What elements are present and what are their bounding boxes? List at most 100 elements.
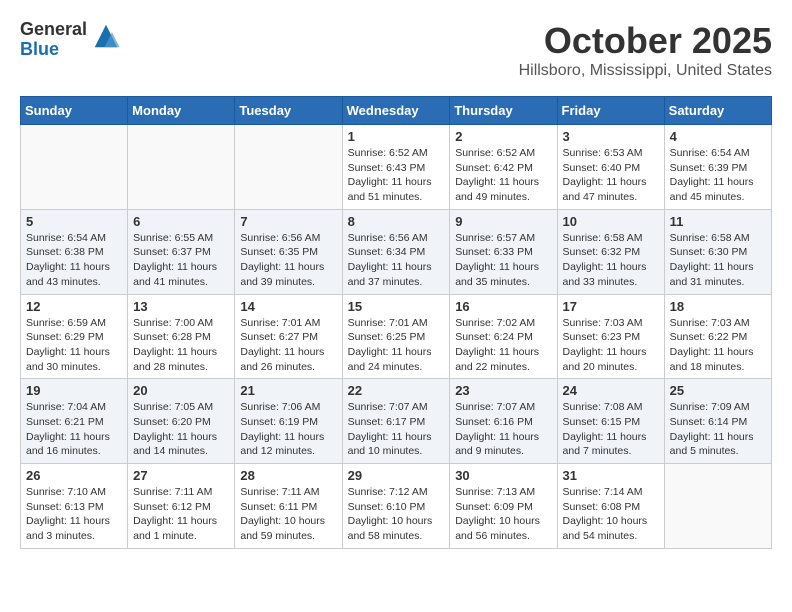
day-number: 31 bbox=[563, 468, 659, 483]
day-number: 11 bbox=[670, 214, 766, 229]
calendar-cell: 4Sunrise: 6:54 AM Sunset: 6:39 PM Daylig… bbox=[664, 125, 771, 210]
calendar-cell: 22Sunrise: 7:07 AM Sunset: 6:17 PM Dayli… bbox=[342, 379, 450, 464]
day-number: 16 bbox=[455, 299, 551, 314]
day-info: Sunrise: 6:54 AM Sunset: 6:38 PM Dayligh… bbox=[26, 231, 122, 290]
calendar-cell: 13 Sunrise: 7:00 AM Sunset: 6:28 PM Dayli… bbox=[128, 294, 235, 379]
calendar-cell: 20 Sunrise: 7:05 AM Sunset: 6:20 PM Dayli… bbox=[128, 379, 235, 464]
day-info: Sunrise: 6:58 AM Sunset: 6:32 PM Dayligh… bbox=[563, 231, 659, 290]
calendar-week-row: 19 Sunrise: 7:04 AM Sunset: 6:21 PM Dayli… bbox=[21, 379, 772, 464]
day-number: 30 bbox=[455, 468, 551, 483]
calendar-cell: 5 Sunrise: 6:54 AM Sunset: 6:38 PM Daylig… bbox=[21, 209, 128, 294]
calendar-cell: 11 Sunrise: 6:58 AM Sunset: 6:30 PM Dayli… bbox=[664, 209, 771, 294]
day-number: 6 bbox=[133, 214, 229, 229]
day-info: Sunrise: 7:06 AM Sunset: 6:19 PM Dayligh… bbox=[240, 400, 336, 459]
calendar-cell: 26 Sunrise: 7:10 AM Sunset: 6:13 PM Dayli… bbox=[21, 464, 128, 549]
day-info: Sunrise: 7:03 AM Sunset: 6:22 PM Dayligh… bbox=[670, 316, 766, 375]
calendar-week-row: 26 Sunrise: 7:10 AM Sunset: 6:13 PM Dayli… bbox=[21, 464, 772, 549]
calendar-cell: 27Sunrise: 7:11 AM Sunset: 6:12 PM Dayli… bbox=[128, 464, 235, 549]
weekday-header: Wednesday bbox=[342, 97, 450, 125]
day-info: Sunrise: 7:13 AM Sunset: 6:09 PM Dayligh… bbox=[455, 485, 551, 544]
calendar-cell: 9Sunrise: 6:57 AM Sunset: 6:33 PM Daylig… bbox=[450, 209, 557, 294]
calendar-cell: 29 Sunrise: 7:12 AM Sunset: 6:10 PM Dayli… bbox=[342, 464, 450, 549]
day-number: 19 bbox=[26, 383, 122, 398]
day-number: 23 bbox=[455, 383, 551, 398]
day-info: Sunrise: 7:02 AM Sunset: 6:24 PM Dayligh… bbox=[455, 316, 551, 375]
day-info: Sunrise: 6:55 AM Sunset: 6:37 PM Dayligh… bbox=[133, 231, 229, 290]
day-info: Sunrise: 6:52 AM Sunset: 6:43 PM Dayligh… bbox=[348, 146, 445, 205]
day-info: Sunrise: 7:08 AM Sunset: 6:15 PM Dayligh… bbox=[563, 400, 659, 459]
weekday-header: Saturday bbox=[664, 97, 771, 125]
day-info: Sunrise: 6:59 AM Sunset: 6:29 PM Dayligh… bbox=[26, 316, 122, 375]
day-info: Sunrise: 7:01 AM Sunset: 6:27 PM Dayligh… bbox=[240, 316, 336, 375]
weekday-header: Tuesday bbox=[235, 97, 342, 125]
logo-general: General bbox=[20, 20, 87, 40]
calendar-cell: 12 Sunrise: 6:59 AM Sunset: 6:29 PM Dayli… bbox=[21, 294, 128, 379]
day-number: 5 bbox=[26, 214, 122, 229]
day-info: Sunrise: 7:10 AM Sunset: 6:13 PM Dayligh… bbox=[26, 485, 122, 544]
day-number: 2 bbox=[455, 129, 551, 144]
day-info: Sunrise: 6:53 AM Sunset: 6:40 PM Dayligh… bbox=[563, 146, 659, 205]
weekday-header: Thursday bbox=[450, 97, 557, 125]
day-number: 17 bbox=[563, 299, 659, 314]
calendar-cell: 21 Sunrise: 7:06 AM Sunset: 6:19 PM Dayli… bbox=[235, 379, 342, 464]
calendar-cell: 6 Sunrise: 6:55 AM Sunset: 6:37 PM Daylig… bbox=[128, 209, 235, 294]
day-number: 12 bbox=[26, 299, 122, 314]
calendar-cell: 25 Sunrise: 7:09 AM Sunset: 6:14 PM Dayli… bbox=[664, 379, 771, 464]
day-number: 20 bbox=[133, 383, 229, 398]
calendar-cell: 2 Sunrise: 6:52 AM Sunset: 6:42 PM Daylig… bbox=[450, 125, 557, 210]
day-info: Sunrise: 7:05 AM Sunset: 6:20 PM Dayligh… bbox=[133, 400, 229, 459]
weekday-header: Sunday bbox=[21, 97, 128, 125]
day-number: 8 bbox=[348, 214, 445, 229]
calendar-week-row: 12 Sunrise: 6:59 AM Sunset: 6:29 PM Dayli… bbox=[21, 294, 772, 379]
day-number: 13 bbox=[133, 299, 229, 314]
day-info: Sunrise: 7:11 AM Sunset: 6:12 PM Dayligh… bbox=[133, 485, 229, 544]
calendar-cell: 18Sunrise: 7:03 AM Sunset: 6:22 PM Dayli… bbox=[664, 294, 771, 379]
day-number: 7 bbox=[240, 214, 336, 229]
calendar-cell: 1Sunrise: 6:52 AM Sunset: 6:43 PM Daylig… bbox=[342, 125, 450, 210]
calendar-cell: 7 Sunrise: 6:56 AM Sunset: 6:35 PM Daylig… bbox=[235, 209, 342, 294]
calendar-week-row: 1Sunrise: 6:52 AM Sunset: 6:43 PM Daylig… bbox=[21, 125, 772, 210]
calendar-cell bbox=[21, 125, 128, 210]
logo-blue: Blue bbox=[20, 40, 87, 60]
day-info: Sunrise: 7:01 AM Sunset: 6:25 PM Dayligh… bbox=[348, 316, 445, 375]
calendar-cell bbox=[235, 125, 342, 210]
day-number: 21 bbox=[240, 383, 336, 398]
day-info: Sunrise: 6:56 AM Sunset: 6:35 PM Dayligh… bbox=[240, 231, 336, 290]
calendar-cell bbox=[128, 125, 235, 210]
day-number: 28 bbox=[240, 468, 336, 483]
day-number: 29 bbox=[348, 468, 445, 483]
day-info: Sunrise: 7:09 AM Sunset: 6:14 PM Dayligh… bbox=[670, 400, 766, 459]
logo-icon bbox=[91, 21, 121, 51]
title-block: October 2025 Hillsboro, Mississippi, Uni… bbox=[519, 20, 772, 80]
day-info: Sunrise: 7:04 AM Sunset: 6:21 PM Dayligh… bbox=[26, 400, 122, 459]
day-number: 26 bbox=[26, 468, 122, 483]
weekday-header: Monday bbox=[128, 97, 235, 125]
day-number: 14 bbox=[240, 299, 336, 314]
weekday-header-row: SundayMondayTuesdayWednesdayThursdayFrid… bbox=[21, 97, 772, 125]
weekday-header: Friday bbox=[557, 97, 664, 125]
month-title: October 2025 bbox=[519, 20, 772, 62]
day-info: Sunrise: 7:12 AM Sunset: 6:10 PM Dayligh… bbox=[348, 485, 445, 544]
calendar-cell: 30 Sunrise: 7:13 AM Sunset: 6:09 PM Dayli… bbox=[450, 464, 557, 549]
day-info: Sunrise: 6:52 AM Sunset: 6:42 PM Dayligh… bbox=[455, 146, 551, 205]
calendar-cell: 19 Sunrise: 7:04 AM Sunset: 6:21 PM Dayli… bbox=[21, 379, 128, 464]
calendar-cell: 24Sunrise: 7:08 AM Sunset: 6:15 PM Dayli… bbox=[557, 379, 664, 464]
calendar-cell: 8 Sunrise: 6:56 AM Sunset: 6:34 PM Daylig… bbox=[342, 209, 450, 294]
calendar-cell: 14 Sunrise: 7:01 AM Sunset: 6:27 PM Dayli… bbox=[235, 294, 342, 379]
day-number: 15 bbox=[348, 299, 445, 314]
day-info: Sunrise: 6:56 AM Sunset: 6:34 PM Dayligh… bbox=[348, 231, 445, 290]
day-info: Sunrise: 6:58 AM Sunset: 6:30 PM Dayligh… bbox=[670, 231, 766, 290]
day-info: Sunrise: 7:00 AM Sunset: 6:28 PM Dayligh… bbox=[133, 316, 229, 375]
day-number: 22 bbox=[348, 383, 445, 398]
day-number: 25 bbox=[670, 383, 766, 398]
calendar-cell: 17 Sunrise: 7:03 AM Sunset: 6:23 PM Dayli… bbox=[557, 294, 664, 379]
day-info: Sunrise: 6:57 AM Sunset: 6:33 PM Dayligh… bbox=[455, 231, 551, 290]
calendar-week-row: 5 Sunrise: 6:54 AM Sunset: 6:38 PM Daylig… bbox=[21, 209, 772, 294]
calendar-cell bbox=[664, 464, 771, 549]
day-info: Sunrise: 7:03 AM Sunset: 6:23 PM Dayligh… bbox=[563, 316, 659, 375]
day-number: 3 bbox=[563, 129, 659, 144]
day-info: Sunrise: 7:14 AM Sunset: 6:08 PM Dayligh… bbox=[563, 485, 659, 544]
location: Hillsboro, Mississippi, United States bbox=[519, 62, 772, 80]
calendar-cell: 3 Sunrise: 6:53 AM Sunset: 6:40 PM Daylig… bbox=[557, 125, 664, 210]
day-info: Sunrise: 7:07 AM Sunset: 6:16 PM Dayligh… bbox=[455, 400, 551, 459]
